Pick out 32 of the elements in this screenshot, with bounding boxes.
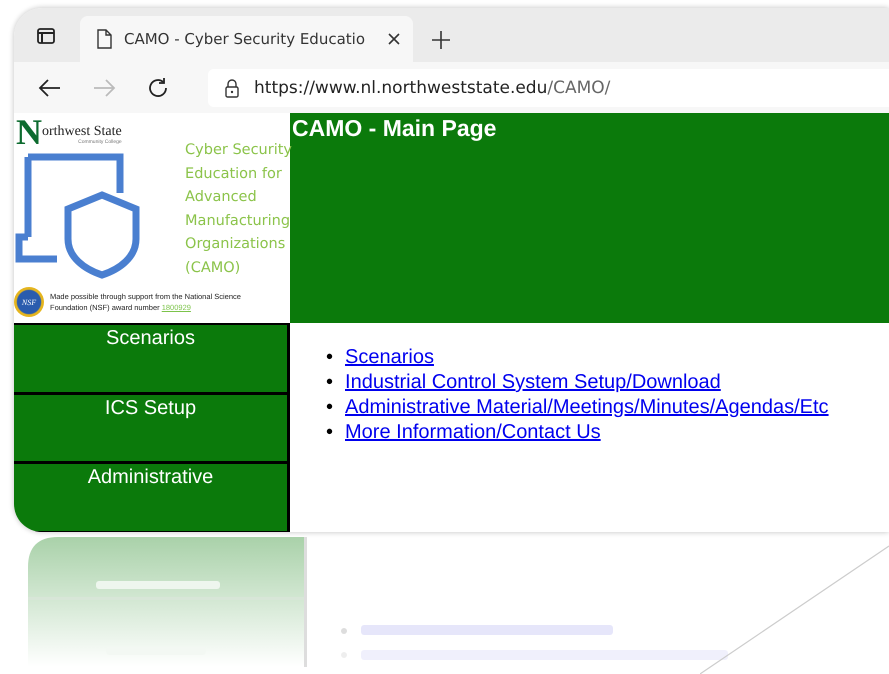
logo-title-line: Manufacturing (185, 212, 290, 230)
close-icon[interactable] (387, 32, 401, 46)
logo-title-line: Organizations (185, 235, 286, 254)
reload-icon[interactable] (146, 76, 170, 100)
tab-actions-icon[interactable] (36, 26, 56, 46)
tab-title: CAMO - Cyber Security Educatio (124, 30, 366, 48)
bullet: • (326, 420, 334, 445)
nav-button[interactable]: ICS Setup (14, 392, 290, 462)
bullet: • (326, 345, 334, 370)
page-icon (96, 29, 112, 49)
lock-icon[interactable] (224, 78, 240, 98)
link[interactable]: Scenarios (345, 345, 434, 370)
browser-tab[interactable]: CAMO - Cyber Security Educatio (80, 16, 413, 62)
nav-button[interactable]: Scenarios (14, 323, 290, 393)
logo-title-line: Advanced (185, 188, 257, 207)
logo-title-line: (CAMO) (185, 258, 240, 278)
link[interactable]: Administrative Material/Meetings/Minutes/Agendas/Etc (345, 395, 829, 420)
link[interactable]: More Information/Contact Us (345, 420, 601, 445)
back-icon[interactable] (38, 78, 62, 98)
nsf-badge: NSF (14, 287, 44, 317)
bullet: • (326, 395, 334, 420)
url-host: https://www.nl.northweststate.edu (254, 78, 548, 98)
new-tab-icon[interactable] (431, 30, 451, 50)
bullet: • (326, 370, 334, 395)
nav-button[interactable]: Administrative (14, 462, 290, 532)
url-path: /CAMO/ (547, 78, 610, 98)
logo-initial: N (16, 115, 42, 149)
link[interactable]: Industrial Control System Setup/Download (345, 370, 721, 395)
logo-title-line: Education for (185, 164, 282, 184)
college-name: orthwest State (42, 125, 122, 139)
address-field[interactable]: https://www.nl.northweststate.edu/CAMO/ (208, 68, 889, 106)
page-title: CAMO - Main Page (292, 115, 496, 142)
